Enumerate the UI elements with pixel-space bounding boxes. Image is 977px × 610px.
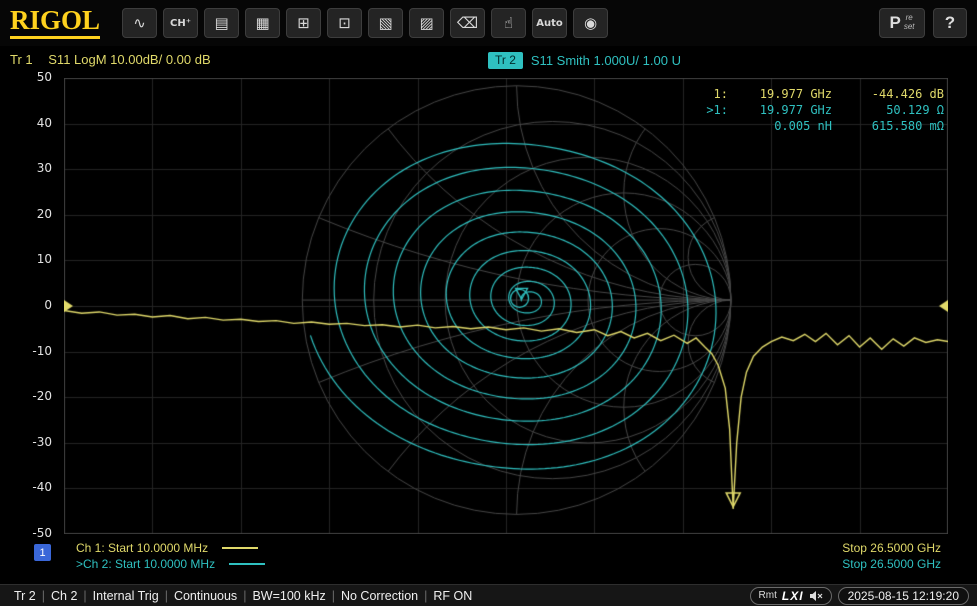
y-tick-label: 30	[37, 161, 52, 175]
camera-icon: ◉	[584, 14, 597, 32]
status-rf-state[interactable]: RF ON	[427, 589, 478, 603]
delete-button[interactable]: ⌫	[450, 8, 485, 38]
y-tick-label: -20	[32, 389, 52, 403]
channel2-stop-label[interactable]: Stop 26.5000 GHz	[842, 556, 941, 572]
y-tick-label: -30	[32, 435, 52, 449]
remote-lan-indicator[interactable]: Rmt LXI	[750, 587, 832, 605]
trace1-label[interactable]: Tr 1	[10, 52, 33, 67]
marker1-value: -44.426 dB	[832, 86, 944, 102]
channel1-start[interactable]: Ch 1: Start 10.0000 MHz	[76, 540, 265, 556]
trace2-line-sample	[229, 563, 265, 565]
display-layout-button[interactable]: ▤	[204, 8, 239, 38]
speaker-muted-icon	[809, 590, 823, 602]
preset-sub-bottom: set	[904, 23, 915, 32]
status-sweep-mode[interactable]: Continuous	[168, 589, 243, 603]
top-toolbar: RIGOL ∿ CH⁺ ▤ ▦ ⊞ ⊡ ▧ ▨ ⌫ ☝ Auto ◉ P re …	[0, 0, 977, 46]
preset-button[interactable]: P re set	[879, 8, 925, 38]
channel2-start-label: >Ch 2: Start 10.0000 MHz	[76, 556, 215, 572]
marker3-inductance: 0.005 nH	[728, 118, 832, 134]
marker2-value: 50.129 Ω	[832, 102, 944, 118]
datetime-display: 2025-08-15 12:19:20	[838, 587, 969, 605]
measurement-table-button[interactable]: ▦	[245, 8, 280, 38]
status-bar: Tr 2 | Ch 2 | Internal Trig | Continuous…	[0, 584, 977, 606]
marker2-label: >1:	[694, 102, 728, 118]
help-button[interactable]: ?	[933, 8, 967, 38]
waveform-icon: ∿	[133, 14, 146, 32]
screen-bezel-strip	[0, 606, 977, 610]
marker-readout-row-2: >1: 19.977 GHz 50.129 Ω	[694, 102, 944, 118]
channel-setup-icon: ⊡	[338, 14, 351, 32]
trace2-info[interactable]: S11 Smith 1.000U/ 1.00 U	[531, 53, 681, 68]
status-trigger-source[interactable]: Internal Trig	[87, 589, 165, 603]
toolbar-right-group: P re set ?	[879, 8, 967, 38]
window-number-badge[interactable]: 1	[34, 544, 51, 561]
channel-setup-button[interactable]: ⊡	[327, 8, 362, 38]
channel-annotations: Ch 1: Start 10.0000 MHz >Ch 2: Start 10.…	[76, 540, 265, 572]
screenshot-button[interactable]: ◉	[573, 8, 608, 38]
channel2-start[interactable]: >Ch 2: Start 10.0000 MHz	[76, 556, 265, 572]
preset-label: P	[889, 13, 900, 33]
marker3-resistance: 615.580 mΩ	[832, 118, 944, 134]
y-tick-label: 20	[37, 207, 52, 221]
save-state-button[interactable]: ▧	[368, 8, 403, 38]
calibration-button[interactable]: ▨	[409, 8, 444, 38]
graticule-canvas[interactable]	[64, 78, 948, 534]
trace2-badge[interactable]: Tr 2	[488, 52, 523, 69]
trace-info-bar: Tr 1 S11 LogM 10.00dB/ 0.00 dB Tr 2 S11 …	[10, 52, 967, 72]
auto-scale-label: Auto	[536, 18, 563, 29]
trace2-group: Tr 2 S11 Smith 1.000U/ 1.00 U	[488, 52, 681, 69]
trace1-line-sample	[222, 547, 258, 549]
plot-area[interactable]: 1: 19.977 GHz -44.426 dB >1: 19.977 GHz …	[64, 78, 948, 534]
save-state-icon: ▧	[378, 14, 392, 32]
marker3-label	[694, 118, 728, 134]
window-add-icon: ⊞	[297, 14, 310, 32]
auto-scale-button[interactable]: Auto	[532, 8, 567, 38]
preset-sublabel: re set	[904, 14, 915, 32]
marker1-label: 1:	[694, 86, 728, 102]
trace1-info[interactable]: S11 LogM 10.00dB/ 0.00 dB	[48, 52, 210, 67]
touch-mode-button[interactable]: ☝	[491, 8, 526, 38]
y-tick-label: 50	[37, 70, 52, 84]
add-channel-icon: CH⁺	[170, 18, 191, 29]
rigol-logo: RIGOL	[10, 7, 100, 39]
y-tick-label: -40	[32, 480, 52, 494]
touch-icon: ☝	[504, 14, 513, 32]
stop-frequencies: Stop 26.5000 GHz Stop 26.5000 GHz	[842, 540, 941, 572]
y-tick-label: 40	[37, 116, 52, 130]
marker-readout-row-3: 0.005 nH 615.580 mΩ	[694, 118, 944, 134]
status-active-channel[interactable]: Ch 2	[45, 589, 83, 603]
lxi-logo: LXI	[782, 589, 804, 603]
trash-icon: ⌫	[457, 14, 478, 32]
channel1-stop-label[interactable]: Stop 26.5000 GHz	[842, 540, 941, 556]
channel1-start-label: Ch 1: Start 10.0000 MHz	[76, 540, 208, 556]
vna-screen: RIGOL ∿ CH⁺ ▤ ▦ ⊞ ⊡ ▧ ▨ ⌫ ☝ Auto ◉ P re …	[0, 0, 977, 610]
measurement-table-icon: ▦	[255, 14, 269, 32]
marker-readout-row-1: 1: 19.977 GHz -44.426 dB	[694, 86, 944, 102]
status-if-bandwidth[interactable]: BW=100 kHz	[246, 589, 331, 603]
status-active-trace[interactable]: Tr 2	[8, 589, 42, 603]
waveform-button[interactable]: ∿	[122, 8, 157, 38]
marker2-frequency: 19.977 GHz	[728, 102, 832, 118]
display-layout-icon: ▤	[214, 14, 228, 32]
y-tick-label: 0	[44, 298, 52, 312]
status-correction[interactable]: No Correction	[335, 589, 424, 603]
y-axis-ticks: 50403020100-10-20-30-40-50	[18, 78, 58, 534]
marker1-frequency: 19.977 GHz	[728, 86, 832, 102]
remote-label: Rmt	[759, 590, 777, 601]
window-add-button[interactable]: ⊞	[286, 8, 321, 38]
y-tick-label: -50	[32, 526, 52, 540]
y-tick-label: -10	[32, 344, 52, 358]
add-channel-button[interactable]: CH⁺	[163, 8, 198, 38]
marker-readout: 1: 19.977 GHz -44.426 dB >1: 19.977 GHz …	[694, 86, 944, 134]
calibration-icon: ▨	[419, 14, 433, 32]
y-tick-label: 10	[37, 252, 52, 266]
status-right-group: Rmt LXI 2025-08-15 12:19:20	[750, 587, 969, 605]
